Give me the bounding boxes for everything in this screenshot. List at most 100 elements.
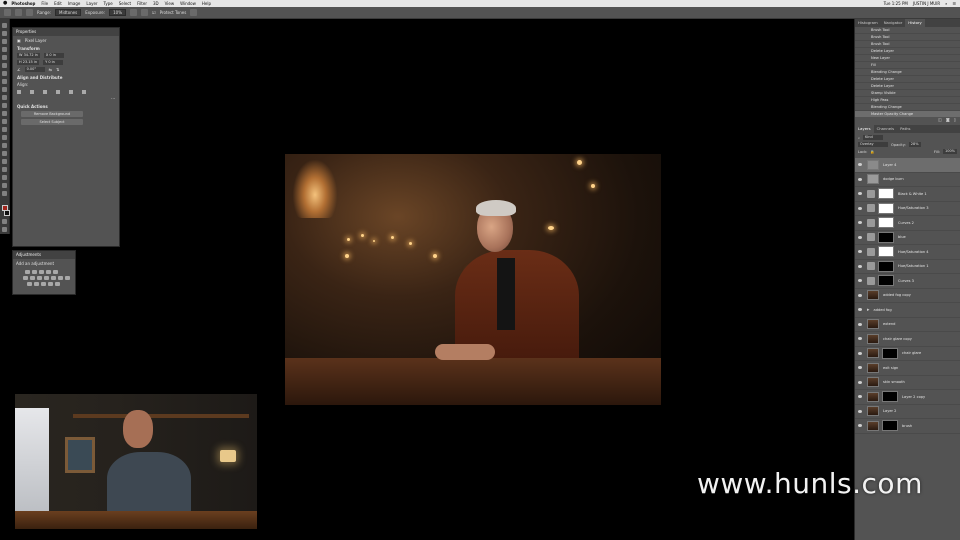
visibility-eye-icon[interactable]	[858, 206, 862, 210]
color-balance-icon[interactable]	[37, 276, 42, 280]
history-item[interactable]: Delete Layer	[855, 48, 960, 55]
move-tool-icon[interactable]	[2, 23, 7, 28]
threshold-icon[interactable]	[41, 282, 46, 286]
layer-mask-thumbnail[interactable]	[882, 391, 898, 403]
visibility-eye-icon[interactable]	[858, 192, 862, 196]
layer-row[interactable]: Hue/Saturation 3	[855, 202, 960, 216]
align-top-icon[interactable]	[56, 90, 60, 94]
more-tools-icon[interactable]	[2, 191, 7, 196]
layer-row[interactable]: Layer 2 copy	[855, 390, 960, 405]
frame-tool-icon[interactable]	[2, 63, 7, 68]
layer-row[interactable]: extend	[855, 318, 960, 332]
blur-tool-icon[interactable]	[2, 127, 7, 132]
gradient-map-icon[interactable]	[55, 282, 60, 286]
pressure-icon[interactable]	[190, 9, 198, 16]
visibility-eye-icon[interactable]	[858, 322, 862, 326]
menu-select[interactable]: Select	[119, 0, 131, 7]
flip-horizontal-icon[interactable]: ⇆	[49, 67, 52, 72]
new-snapshot-icon[interactable]: ◫	[938, 117, 942, 125]
layer-row[interactable]: brush	[855, 419, 960, 434]
background-color-swatch[interactable]	[3, 210, 10, 216]
hue-saturation-icon[interactable]	[30, 276, 35, 280]
selective-color-icon[interactable]	[48, 282, 53, 286]
protect-tones-checkbox[interactable]: ☑	[152, 10, 156, 15]
visibility-eye-icon[interactable]	[858, 177, 862, 181]
shape-tool-icon[interactable]	[2, 167, 7, 172]
transform-header[interactable]: Transform	[17, 46, 115, 51]
history-item[interactable]: New Layer	[855, 55, 960, 62]
flip-vertical-icon[interactable]: ⇅	[56, 67, 59, 72]
visibility-eye-icon[interactable]	[858, 163, 862, 167]
history-item[interactable]: Stamp Visible	[855, 90, 960, 97]
fill-input[interactable]: 100%	[942, 149, 957, 154]
menu-image[interactable]: Image	[68, 0, 81, 7]
width-input[interactable]: W 34.72 in	[17, 53, 40, 58]
history-item[interactable]: Brush Tool	[855, 34, 960, 41]
layer-row[interactable]: exit sign	[855, 361, 960, 376]
color-lookup-icon[interactable]	[65, 276, 70, 280]
lock-icon[interactable]: 🔒	[870, 150, 874, 154]
menu-edit[interactable]: Edit	[54, 0, 62, 7]
menu-window[interactable]: Window	[180, 0, 196, 7]
apple-icon[interactable]: ●	[3, 0, 7, 7]
properties-tab[interactable]: Properties	[13, 28, 119, 36]
align-center-icon[interactable]	[30, 90, 34, 94]
trash-icon[interactable]: ▯	[954, 117, 956, 125]
history-item[interactable]: Blending Change	[855, 104, 960, 111]
layer-mask-thumbnail[interactable]	[878, 231, 894, 243]
search-icon[interactable]: ⌕	[945, 0, 947, 7]
posterize-icon[interactable]	[34, 282, 39, 286]
marquee-tool-icon[interactable]	[2, 31, 7, 36]
clone-stamp-tool-icon[interactable]	[2, 95, 7, 100]
layer-mask-thumbnail[interactable]	[878, 260, 894, 272]
tab-history[interactable]: History	[905, 19, 925, 27]
home-icon[interactable]	[4, 9, 11, 16]
layer-mask-thumbnail[interactable]	[878, 275, 894, 287]
more-options-icon[interactable]: ···	[111, 96, 115, 101]
menu-file[interactable]: File	[41, 0, 48, 7]
align-header[interactable]: Align and Distribute	[17, 75, 115, 80]
visibility-eye-icon[interactable]	[858, 351, 862, 355]
layer-mask-thumbnail[interactable]	[878, 188, 894, 200]
visibility-eye-icon[interactable]	[858, 395, 862, 399]
curves-icon[interactable]	[39, 270, 44, 274]
visibility-eye-icon[interactable]	[858, 409, 862, 413]
align-middle-icon[interactable]	[69, 90, 73, 94]
select-subject-button[interactable]: Select Subject	[21, 119, 83, 125]
layer-row[interactable]: Curves 2	[855, 216, 960, 231]
dodge-tool-icon[interactable]	[15, 9, 22, 16]
hand-tool-icon[interactable]	[2, 175, 7, 180]
path-select-tool-icon[interactable]	[2, 159, 7, 164]
opacity-input[interactable]: 28%	[908, 142, 921, 147]
visibility-eye-icon[interactable]	[858, 366, 862, 370]
pen-tool-icon[interactable]	[2, 143, 7, 148]
eyedropper-tool-icon[interactable]	[2, 71, 7, 76]
visibility-eye-icon[interactable]	[858, 264, 862, 268]
layer-mask-thumbnail[interactable]	[882, 420, 898, 432]
align-bottom-icon[interactable]	[82, 90, 86, 94]
menu-type[interactable]: Type	[104, 0, 113, 7]
y-input[interactable]: Y 0 in	[43, 60, 64, 65]
layer-row[interactable]: Black & White 1	[855, 187, 960, 202]
layer-row[interactable]: chair glare	[855, 347, 960, 361]
layer-row[interactable]: dodge burn	[855, 173, 960, 187]
history-brush-tool-icon[interactable]	[2, 103, 7, 108]
layer-row[interactable]: skin smooth	[855, 376, 960, 390]
tab-navigator[interactable]: Navigator	[881, 19, 906, 27]
exposure-input[interactable]: 10%	[109, 9, 126, 16]
brightness-contrast-icon[interactable]	[25, 270, 30, 274]
tab-histogram[interactable]: Histogram	[855, 19, 881, 27]
quick-mask-icon[interactable]	[2, 219, 7, 224]
airbrush-icon[interactable]	[130, 9, 137, 16]
tab-layers[interactable]: Layers	[855, 125, 874, 133]
align-left-icon[interactable]	[17, 90, 21, 94]
history-item[interactable]: Fill	[855, 62, 960, 69]
layer-row[interactable]: Layer 2	[855, 405, 960, 419]
folder-icon[interactable]: ▸	[867, 307, 870, 313]
levels-icon[interactable]	[32, 270, 37, 274]
history-item[interactable]: Brush Tool	[855, 27, 960, 34]
history-item[interactable]: Brush Tool	[855, 41, 960, 48]
remove-background-button[interactable]: Remove Background	[21, 111, 83, 117]
visibility-eye-icon[interactable]	[858, 235, 862, 239]
invert-icon[interactable]	[27, 282, 32, 286]
